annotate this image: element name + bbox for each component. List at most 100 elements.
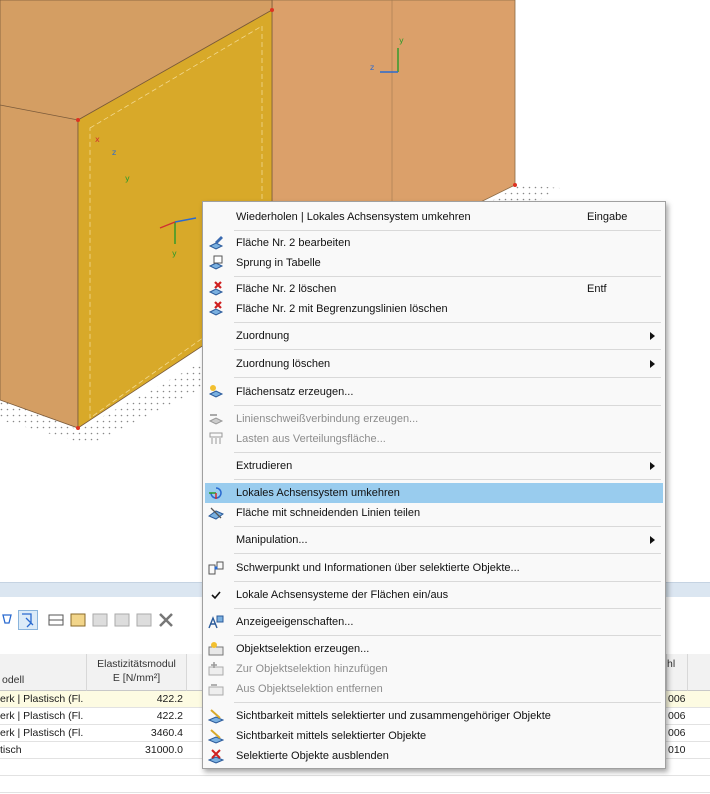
cell-modell: erk | Plastisch (Fl... — [0, 693, 84, 705]
menu-item-label: Linienschweißverbindung erzeugen... — [236, 413, 419, 425]
menu-item-delete-surface[interactable]: Fläche Nr. 2 löschen Entf — [205, 279, 663, 299]
menu-item-label: Zur Objektselektion hinzufügen — [236, 663, 388, 675]
menu-item-label: Fläche mit schneidenden Linien teilen — [236, 507, 421, 519]
menu-item-jump-table[interactable]: Sprung in Tabelle — [205, 253, 663, 273]
delete-surface-lines-icon — [208, 301, 224, 317]
cell-last: 006 — [668, 710, 686, 722]
menu-item-visibility-selected[interactable]: Sichtbarkeit mittels selektierter Objekt… — [205, 726, 663, 746]
checkmark-icon — [208, 587, 224, 603]
reverse-axes-icon — [208, 485, 224, 501]
cell-emod: 3460.4 — [150, 727, 183, 739]
column-header-modell[interactable]: odell — [0, 654, 87, 691]
cell-last: 010 — [668, 744, 686, 756]
svg-text:y: y — [172, 249, 177, 258]
menu-item-label: Schwerpunkt und Informationen über selek… — [236, 562, 520, 574]
table-view-icon[interactable] — [46, 610, 66, 630]
menu-item-visibility-related[interactable]: Sichtbarkeit mittels selektierter und zu… — [205, 706, 663, 726]
vertex[interactable] — [76, 426, 80, 430]
menu-item-extrude[interactable]: Extrudieren — [205, 456, 663, 476]
close-x-icon[interactable] — [156, 610, 176, 630]
menu-item-loads-distribution: Lasten aus Verteilungsfläche... — [205, 429, 663, 449]
menu-item-label: Selektierte Objekte ausblenden — [236, 750, 389, 762]
menu-item-split-surface[interactable]: Fläche mit schneidenden Linien teilen — [205, 503, 663, 523]
submenu-arrow-icon — [650, 536, 655, 544]
vertex[interactable] — [270, 8, 274, 12]
svg-text:z: z — [112, 148, 116, 157]
menu-item-repeat[interactable]: Wiederholen | Lokales Achsensystem umkeh… — [205, 207, 663, 227]
menu-item-label: Manipulation... — [236, 534, 308, 546]
vertex[interactable] — [76, 118, 80, 122]
menu-item-label: Fläche Nr. 2 mit Begrenzungslinien lösch… — [236, 303, 448, 315]
menu-item-label: Zuordnung löschen — [236, 358, 331, 370]
cell-modell: tisch — [0, 744, 22, 756]
submenu-arrow-icon — [650, 462, 655, 470]
delete-row-icon — [112, 610, 132, 630]
svg-text:y: y — [399, 36, 404, 45]
menu-item-shortcut: Eingabe — [587, 211, 628, 223]
context-menu: Wiederholen | Lokales Achsensystem umkeh… — [202, 201, 666, 769]
menu-item-toggle-local-axes[interactable]: Lokale Achsensysteme der Flächen ein/aus — [205, 585, 663, 605]
delete-surface-icon — [208, 281, 224, 297]
add-selection-icon — [208, 661, 224, 677]
table-row[interactable] — [0, 776, 710, 793]
submenu-arrow-icon — [650, 332, 655, 340]
menu-item-label: Fläche Nr. 2 löschen — [236, 283, 337, 295]
menu-item-label: Fläche Nr. 2 bearbeiten — [236, 237, 351, 249]
export-excel-icon[interactable] — [68, 610, 88, 630]
display-properties-icon — [208, 614, 224, 630]
weld-icon — [208, 411, 224, 427]
centroid-info-icon — [208, 560, 224, 576]
menu-item-label: Wiederholen | Lokales Achsensystem umkeh… — [236, 211, 471, 223]
menu-item-label: Sprung in Tabelle — [236, 257, 321, 269]
visibility-related-icon — [207, 708, 225, 724]
table-jump-icon — [208, 255, 224, 271]
menu-item-label: Flächensatz erzeugen... — [236, 386, 354, 398]
menu-item-assignment[interactable]: Zuordnung — [205, 326, 663, 346]
create-selection-icon — [208, 641, 224, 657]
load-distribution-icon — [208, 431, 224, 447]
menu-item-surface-set[interactable]: Flächensatz erzeugen... — [205, 382, 663, 402]
menu-item-hide-selected[interactable]: Selektierte Objekte ausblenden — [205, 746, 663, 766]
insert-row-icon — [90, 610, 110, 630]
vertex[interactable] — [513, 183, 517, 187]
svg-text:z: z — [370, 63, 374, 72]
column-header-last[interactable]: hl — [667, 654, 688, 691]
cell-emod: 422.2 — [156, 693, 183, 705]
menu-item-label: Zuordnung — [236, 330, 290, 342]
filter-icon[interactable] — [0, 610, 20, 630]
svg-text:x: x — [95, 135, 100, 144]
cell-modell: erk | Plastisch (Fl... — [0, 710, 84, 722]
edit-surface-icon — [208, 235, 224, 251]
menu-item-label: Lokale Achsensysteme der Flächen ein/aus — [236, 589, 449, 601]
menu-item-display-properties[interactable]: Anzeigeeigenschaften... — [205, 612, 663, 632]
menu-item-reverse-local-axes[interactable]: Lokales Achsensystem umkehren — [205, 483, 663, 503]
svg-text:y: y — [125, 174, 130, 183]
menu-item-add-selection: Zur Objektselektion hinzufügen — [205, 659, 663, 679]
column-header-extra[interactable] — [688, 654, 710, 691]
cell-emod: 31000.0 — [145, 744, 183, 756]
cell-emod: 422.2 — [156, 710, 183, 722]
menu-item-manipulation[interactable]: Manipulation... — [205, 530, 663, 550]
menu-item-edit-surface[interactable]: Fläche Nr. 2 bearbeiten — [205, 233, 663, 253]
visibility-selected-icon — [207, 728, 225, 744]
submenu-arrow-icon — [650, 360, 655, 368]
menu-item-label: Anzeigeeigenschaften... — [236, 616, 354, 628]
menu-item-line-weld: Linienschweißverbindung erzeugen... — [205, 409, 663, 429]
cell-modell: erk | Plastisch (Fl... — [0, 727, 84, 739]
menu-item-label: Sichtbarkeit mittels selektierter Objekt… — [236, 730, 427, 742]
surface-set-icon — [208, 384, 224, 400]
column-header-emodul[interactable]: Elastizitätsmodul E [N/mm²] — [87, 654, 187, 691]
menu-item-delete-assignment[interactable]: Zuordnung löschen — [205, 354, 663, 374]
menu-item-remove-selection: Aus Objektselektion entfernen — [205, 679, 663, 699]
remove-selection-icon — [208, 681, 224, 697]
menu-item-delete-surface-lines[interactable]: Fläche Nr. 2 mit Begrenzungslinien lösch… — [205, 299, 663, 319]
menu-item-label: Sichtbarkeit mittels selektierter und zu… — [236, 710, 551, 722]
select-icon[interactable] — [18, 610, 38, 630]
menu-item-centroid-info[interactable]: Schwerpunkt und Informationen über selek… — [205, 558, 663, 578]
menu-item-create-selection[interactable]: Objektselektion erzeugen... — [205, 639, 663, 659]
split-surface-icon — [207, 505, 225, 521]
menu-item-shortcut: Entf — [587, 283, 607, 295]
menu-item-label: Aus Objektselektion entfernen — [236, 683, 383, 695]
hide-selected-icon — [207, 748, 225, 764]
cell-last: 006 — [668, 727, 686, 739]
